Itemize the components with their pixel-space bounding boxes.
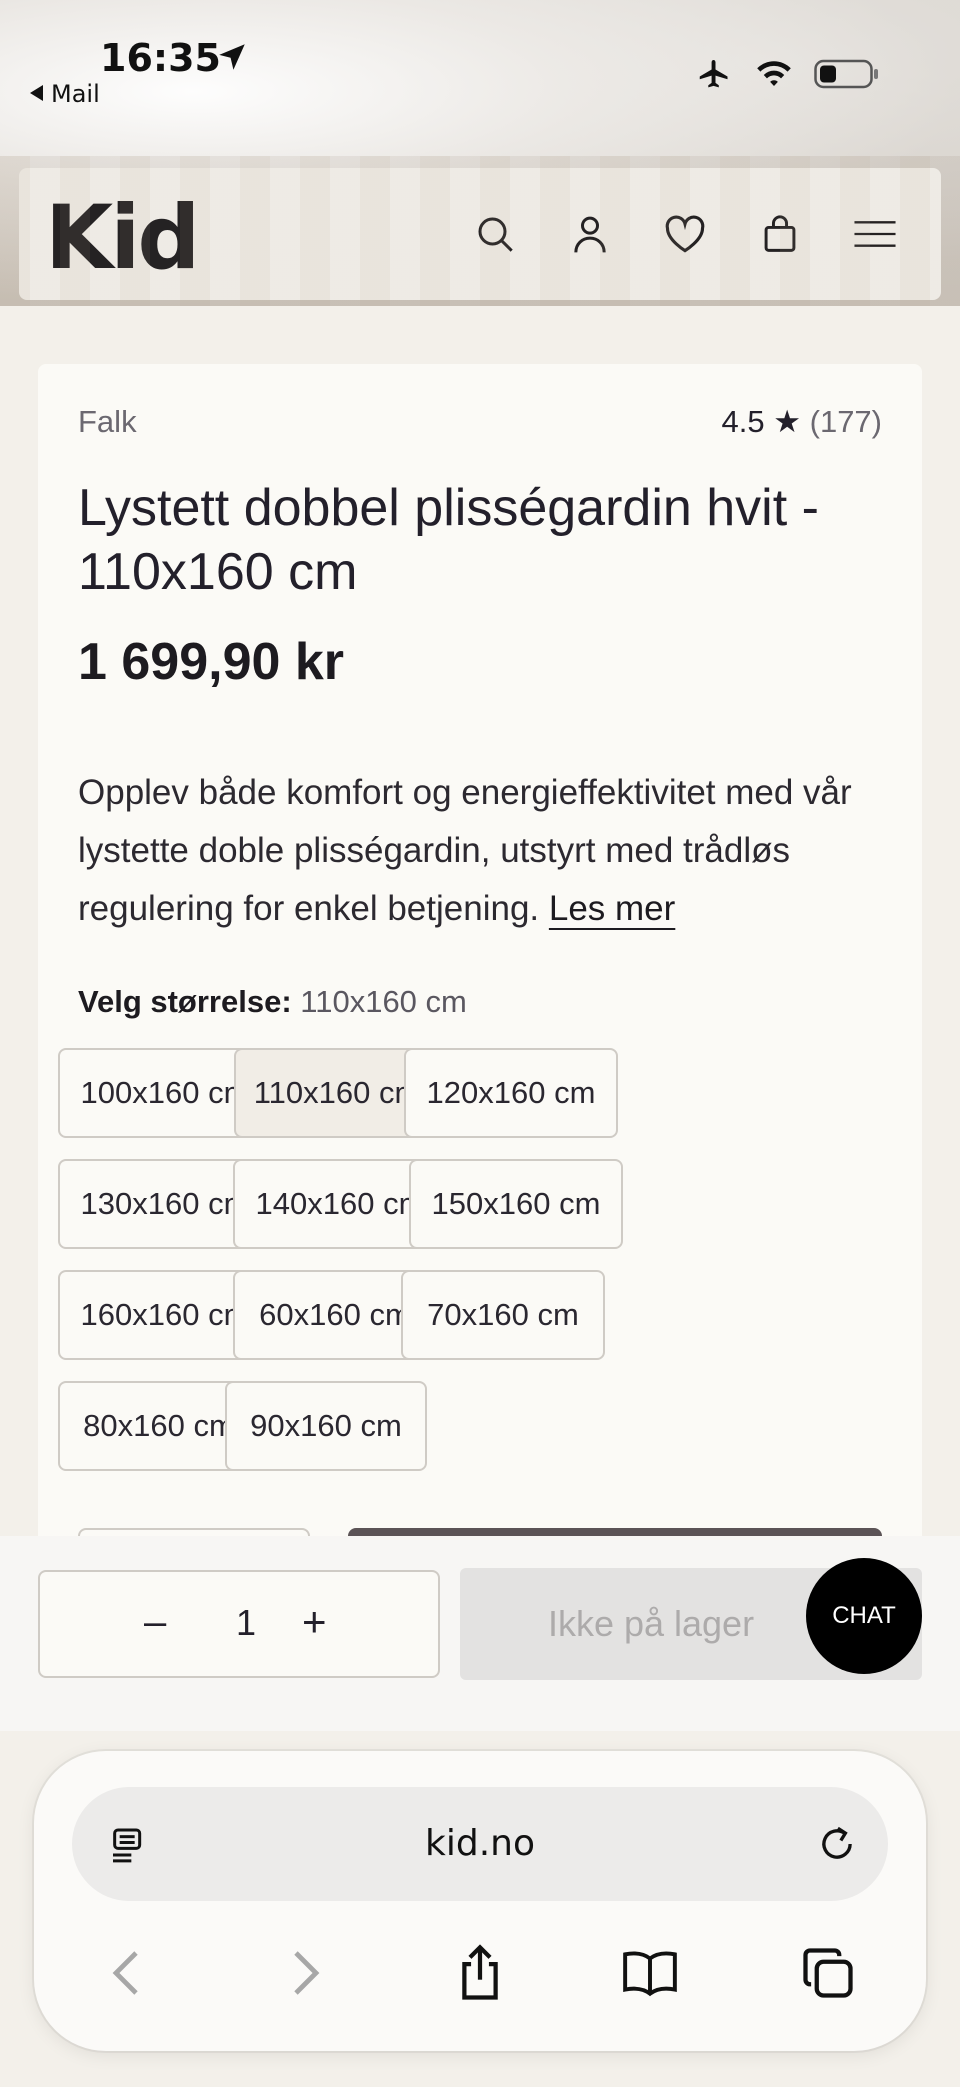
read-more-link[interactable]: Les mer [549,889,675,928]
bookmarks-icon[interactable] [618,1941,682,2005]
product-price: 1 699,90 kr [78,633,345,691]
status-time: 16:35 [100,36,221,80]
airplane-icon [699,60,728,88]
rating-value: 4.5 [721,404,765,439]
size-option-150x160[interactable]: 150x160 cm [409,1159,623,1249]
back-triangle-icon [30,85,43,101]
chat-button[interactable]: CHAT [806,1558,922,1674]
forward-arrow-icon[interactable] [274,1941,338,2005]
menu-icon[interactable] [851,210,899,258]
share-icon[interactable] [448,1941,512,2005]
battery-icon [814,59,878,89]
status-icons [694,56,880,92]
tabs-icon[interactable] [796,1941,860,2005]
sticky-purchase-bar: – 1 + Ikke på lager CHAT [0,1536,960,1731]
product-rating[interactable]: 4.5 ★ (177) [721,404,882,440]
size-option-70x160[interactable]: 70x160 cm [401,1270,605,1360]
product-card: Falk 4.5 ★ (177) Lystett dobbel plisséga… [38,364,922,1564]
star-icon: ★ [773,404,801,439]
description-text: Opplev både komfort og energieffektivite… [78,773,852,928]
browser-panel: kid.no [34,1751,926,2051]
size-label: Velg størrelse: 110x160 cm [78,984,467,1020]
size-label-title: Velg størrelse: [78,984,292,1019]
location-arrow-icon [219,44,245,70]
size-option-90x160[interactable]: 90x160 cm [225,1381,427,1471]
url-text[interactable]: kid.no [72,1823,888,1864]
reload-icon[interactable] [816,1823,858,1865]
product-description: Opplev både komfort og energieffektivite… [78,764,898,938]
product-title: Lystett dobbel plisségardin hvit - 110x1… [78,479,819,601]
browser-toolbar: kid.no [0,1731,960,2087]
account-icon[interactable] [566,210,614,258]
search-icon[interactable] [471,210,519,258]
product-brand[interactable]: Falk [78,404,137,440]
hero-background: 16:35 Mail Kid [0,0,960,306]
back-app-label: Mail [51,80,100,108]
heart-icon[interactable] [661,210,709,258]
review-count: (177) [809,404,882,439]
quantity-increase-button[interactable]: + [302,1598,327,1646]
status-bar: 16:35 Mail [0,0,960,120]
back-arrow-icon[interactable] [94,1941,158,2005]
kid-logo[interactable]: Kid [45,186,200,289]
wifi-icon [757,61,791,86]
back-to-mail[interactable]: Mail [30,80,100,108]
address-bar[interactable]: kid.no [72,1787,888,1901]
size-option-120x160[interactable]: 120x160 cm [404,1048,618,1138]
bag-icon[interactable] [756,210,804,258]
site-header: Kid [19,168,941,300]
quantity-stepper: – 1 + [38,1570,440,1678]
selected-size: 110x160 cm [300,984,467,1019]
quantity-value[interactable]: 1 [236,1602,256,1644]
quantity-decrease-button[interactable]: – [144,1600,166,1645]
